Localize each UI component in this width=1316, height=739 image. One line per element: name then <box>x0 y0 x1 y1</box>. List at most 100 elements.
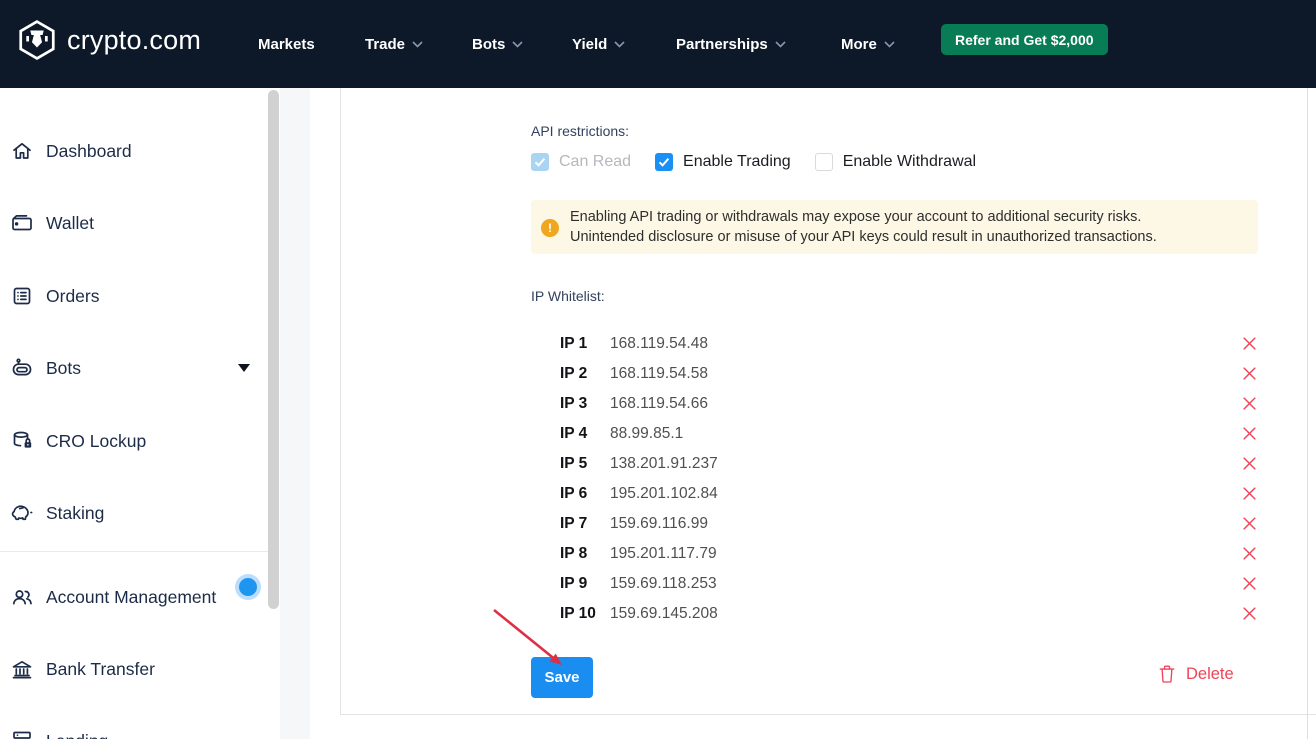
account-management-icon <box>10 585 34 609</box>
warning-line-1: Enabling API trading or withdrawals may … <box>570 207 1157 227</box>
sidebar-item-account-management[interactable]: Account Management <box>0 579 268 615</box>
sidebar-item-orders[interactable]: Orders <box>0 278 268 314</box>
checkbox-label: Enable Withdrawal <box>843 153 976 171</box>
nav-item-label: More <box>841 36 877 53</box>
ip-row-label: IP 8 <box>560 545 610 563</box>
sidebar-scrollbar-thumb[interactable] <box>268 90 279 609</box>
ip-row-label: IP 4 <box>560 425 610 443</box>
ip-row-value: 168.119.54.66 <box>610 395 708 413</box>
checkbox-enable-withdrawal[interactable]: Enable Withdrawal <box>815 153 976 171</box>
nav-item-bots[interactable]: Bots <box>472 0 523 88</box>
expand-caret-icon[interactable] <box>238 364 250 372</box>
remove-ip-icon[interactable] <box>1242 336 1257 351</box>
nav-item-more[interactable]: More <box>841 0 895 88</box>
checkbox-unchecked-icon[interactable] <box>815 153 833 171</box>
delete-button[interactable]: Delete <box>1158 664 1234 684</box>
chevron-down-icon <box>884 41 895 48</box>
ip-row-label: IP 1 <box>560 335 610 353</box>
api-restrictions-checkboxes: Can Read Enable Trading Enable Withdrawa… <box>531 153 1000 171</box>
ip-row-label: IP 9 <box>560 575 610 593</box>
staking-icon <box>10 501 34 525</box>
ip-row-value: 195.201.102.84 <box>610 485 718 503</box>
active-indicator-dot <box>239 578 257 596</box>
sidebar-item-wallet[interactable]: Wallet <box>0 205 268 241</box>
checkbox-checked-icon[interactable] <box>655 153 673 171</box>
sidebar-item-label: Bots <box>46 358 81 379</box>
sidebar-item-label: Staking <box>46 503 104 524</box>
ip-row-label: IP 10 <box>560 605 610 623</box>
cro-lockup-icon <box>10 429 34 453</box>
sidebar-item-label: Lending <box>46 731 108 739</box>
ip-row-value: 168.119.54.48 <box>610 335 708 353</box>
ip-row-label: IP 2 <box>560 365 610 383</box>
checkbox-checked-disabled-icon <box>531 153 549 171</box>
save-button[interactable]: Save <box>531 657 593 698</box>
crypto-com-exchange-page: crypto.com Markets Trade Bots Yield Part… <box>0 0 1316 739</box>
api-restrictions-label: API restrictions: <box>531 123 629 139</box>
nav-item-partnerships[interactable]: Partnerships <box>676 0 786 88</box>
ip-whitelist-row: IP 2 168.119.54.58 <box>560 359 1257 388</box>
sidebar-divider <box>0 551 268 552</box>
ip-whitelist-row: IP 1 168.119.54.48 <box>560 329 1257 358</box>
sidebar-item-label: Orders <box>46 286 99 307</box>
sidebar-item-dashboard[interactable]: Dashboard <box>0 133 268 169</box>
sidebar-item-cro-lockup[interactable]: CRO Lockup <box>0 423 268 459</box>
ip-row-label: IP 5 <box>560 455 610 473</box>
ip-whitelist-row: IP 3 168.119.54.66 <box>560 389 1257 418</box>
ip-row-value: 159.69.118.253 <box>610 575 717 593</box>
remove-ip-icon[interactable] <box>1242 606 1257 621</box>
remove-ip-icon[interactable] <box>1242 486 1257 501</box>
sidebar-item-label: CRO Lockup <box>46 431 146 452</box>
checkbox-enable-trading[interactable]: Enable Trading <box>655 153 791 171</box>
ip-whitelist-row: IP 7 159.69.116.99 <box>560 509 1257 538</box>
wallet-icon <box>10 211 34 235</box>
nav-item-label: Partnerships <box>676 36 768 53</box>
remove-ip-icon[interactable] <box>1242 456 1257 471</box>
top-nav: crypto.com Markets Trade Bots Yield Part… <box>0 0 1316 88</box>
logo-text: crypto.com <box>67 25 201 56</box>
bots-icon <box>10 356 34 380</box>
ip-row-label: IP 7 <box>560 515 610 533</box>
chevron-down-icon <box>775 41 786 48</box>
chevron-down-icon <box>412 41 423 48</box>
nav-item-trade[interactable]: Trade <box>365 0 423 88</box>
nav-item-markets[interactable]: Markets <box>258 0 315 88</box>
delete-label: Delete <box>1186 665 1234 684</box>
nav-item-label: Markets <box>258 36 315 53</box>
remove-ip-icon[interactable] <box>1242 366 1257 381</box>
sidebar-item-staking[interactable]: Staking <box>0 495 268 531</box>
sidebar-item-label: Wallet <box>46 213 94 234</box>
nav-item-label: Trade <box>365 36 405 53</box>
sidebar-item-lending[interactable]: Lending <box>0 723 268 739</box>
ip-row-value: 88.99.85.1 <box>610 425 683 443</box>
ip-row-label: IP 3 <box>560 395 610 413</box>
remove-ip-icon[interactable] <box>1242 576 1257 591</box>
sidebar-item-label: Account Management <box>46 587 216 608</box>
orders-icon <box>10 284 34 308</box>
trash-icon <box>1158 664 1176 684</box>
remove-ip-icon[interactable] <box>1242 516 1257 531</box>
crypto-com-logo[interactable]: crypto.com <box>16 19 201 61</box>
remove-ip-icon[interactable] <box>1242 396 1257 411</box>
ip-row-label: IP 6 <box>560 485 610 503</box>
remove-ip-icon[interactable] <box>1242 546 1257 561</box>
sidebar-item-bots[interactable]: Bots <box>0 350 268 386</box>
sidebar-item-label: Bank Transfer <box>46 659 155 680</box>
security-warning-banner: Enabling API trading or withdrawals may … <box>531 200 1258 254</box>
ip-whitelist-row: IP 8 195.201.117.79 <box>560 539 1257 568</box>
ip-row-value: 195.201.117.79 <box>610 545 717 563</box>
ip-whitelist-row: IP 6 195.201.102.84 <box>560 479 1257 508</box>
sidebar-item-bank-transfer[interactable]: Bank Transfer <box>0 651 268 687</box>
ip-whitelist-row: IP 4 88.99.85.1 <box>560 419 1257 448</box>
ip-whitelist-label: IP Whitelist: <box>531 288 605 304</box>
nav-item-yield[interactable]: Yield <box>572 0 625 88</box>
refer-button[interactable]: Refer and Get $2,000 <box>941 24 1108 55</box>
lending-icon <box>10 729 34 739</box>
ip-whitelist-row: IP 5 138.201.91.237 <box>560 449 1257 478</box>
checkbox-label: Enable Trading <box>683 153 791 171</box>
nav-item-label: Bots <box>472 36 505 53</box>
ip-whitelist-row: IP 10 159.69.145.208 <box>560 599 1257 628</box>
ip-row-value: 159.69.145.208 <box>610 605 718 623</box>
remove-ip-icon[interactable] <box>1242 426 1257 441</box>
ip-row-value: 138.201.91.237 <box>610 455 718 473</box>
